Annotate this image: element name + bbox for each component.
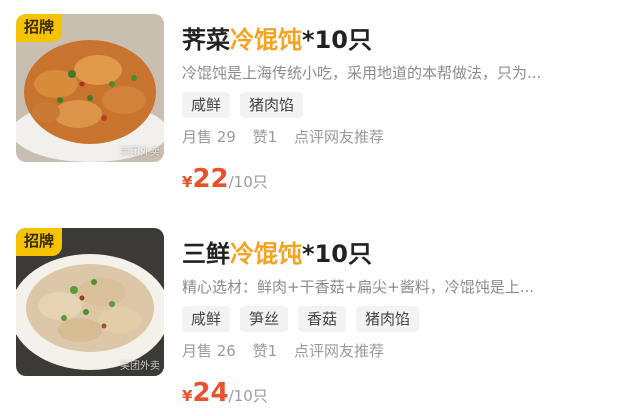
tag-list: 咸鲜 猪肉馅 — [182, 92, 304, 118]
menu-item[interactable]: 招牌 美团外卖 荠菜冷馄饨*10只 冷馄饨是上海传统小吃，采用地道的本帮做法，只… — [0, 0, 640, 200]
tag: 猪肉馅 — [240, 92, 304, 118]
tag: 笋丝 — [240, 306, 289, 332]
dish-photo[interactable]: 招牌 美团外卖 — [16, 14, 164, 162]
signature-badge: 招牌 — [16, 14, 63, 42]
dish-meta: 月售 29 赞1 点评网友推荐 — [182, 126, 396, 147]
watermark: 美团外卖 — [120, 361, 160, 372]
dish-title-prefix: 三鲜 — [182, 240, 230, 268]
menu-list: 招牌 美团外卖 荠菜冷馄饨*10只 冷馄饨是上海传统小吃，采用地道的本帮做法，只… — [0, 0, 640, 416]
monthly-sales: 月售 26 — [182, 342, 236, 360]
price-value: 24 — [192, 378, 229, 408]
monthly-sales: 月售 29 — [182, 128, 236, 146]
recommend-label: 点评网友推荐 — [293, 128, 384, 146]
price-unit: /10只 — [228, 387, 268, 405]
tag: 咸鲜 — [182, 92, 231, 118]
dish-title-highlight: 冷馄饨 — [230, 26, 302, 54]
dish-title-prefix: 荠菜 — [182, 26, 230, 54]
price-unit: /10只 — [228, 173, 268, 191]
currency-symbol: ¥ — [182, 173, 193, 191]
dish-title-suffix: *10只 — [302, 240, 372, 268]
currency-symbol: ¥ — [182, 387, 193, 405]
like-count: 赞1 — [252, 128, 278, 146]
dish-price: ¥24/10只 — [182, 380, 268, 406]
tag: 咸鲜 — [182, 306, 231, 332]
tag: 香菇 — [298, 306, 347, 332]
dish-title[interactable]: 荠菜冷馄饨*10只 — [182, 20, 372, 55]
recommend-label: 点评网友推荐 — [293, 342, 384, 360]
dish-photo[interactable]: 招牌 美团外卖 — [16, 228, 164, 376]
watermark: 美团外卖 — [120, 147, 160, 158]
signature-badge: 招牌 — [16, 228, 63, 256]
dish-title-highlight: 冷馄饨 — [230, 240, 302, 268]
like-count: 赞1 — [252, 342, 278, 360]
dish-price: ¥22/10只 — [182, 166, 268, 192]
dish-description: 冷馄饨是上海传统小吃，采用地道的本帮做法，只为... — [182, 64, 542, 82]
menu-item[interactable]: 招牌 美团外卖 三鲜冷馄饨*10只 精心选材：鲜肉+干香菇+扁尖+酱料，冷馄饨是… — [0, 214, 640, 414]
tag-list: 咸鲜 笋丝 香菇 猪肉馅 — [182, 306, 420, 332]
dish-title[interactable]: 三鲜冷馄饨*10只 — [182, 234, 372, 269]
tag: 猪肉馅 — [356, 306, 420, 332]
dish-title-suffix: *10只 — [302, 26, 372, 54]
price-value: 22 — [192, 164, 229, 194]
dish-description: 精心选材：鲜肉+干香菇+扁尖+酱料，冷馄饨是上... — [182, 278, 535, 296]
dish-meta: 月售 26 赞1 点评网友推荐 — [182, 340, 396, 361]
